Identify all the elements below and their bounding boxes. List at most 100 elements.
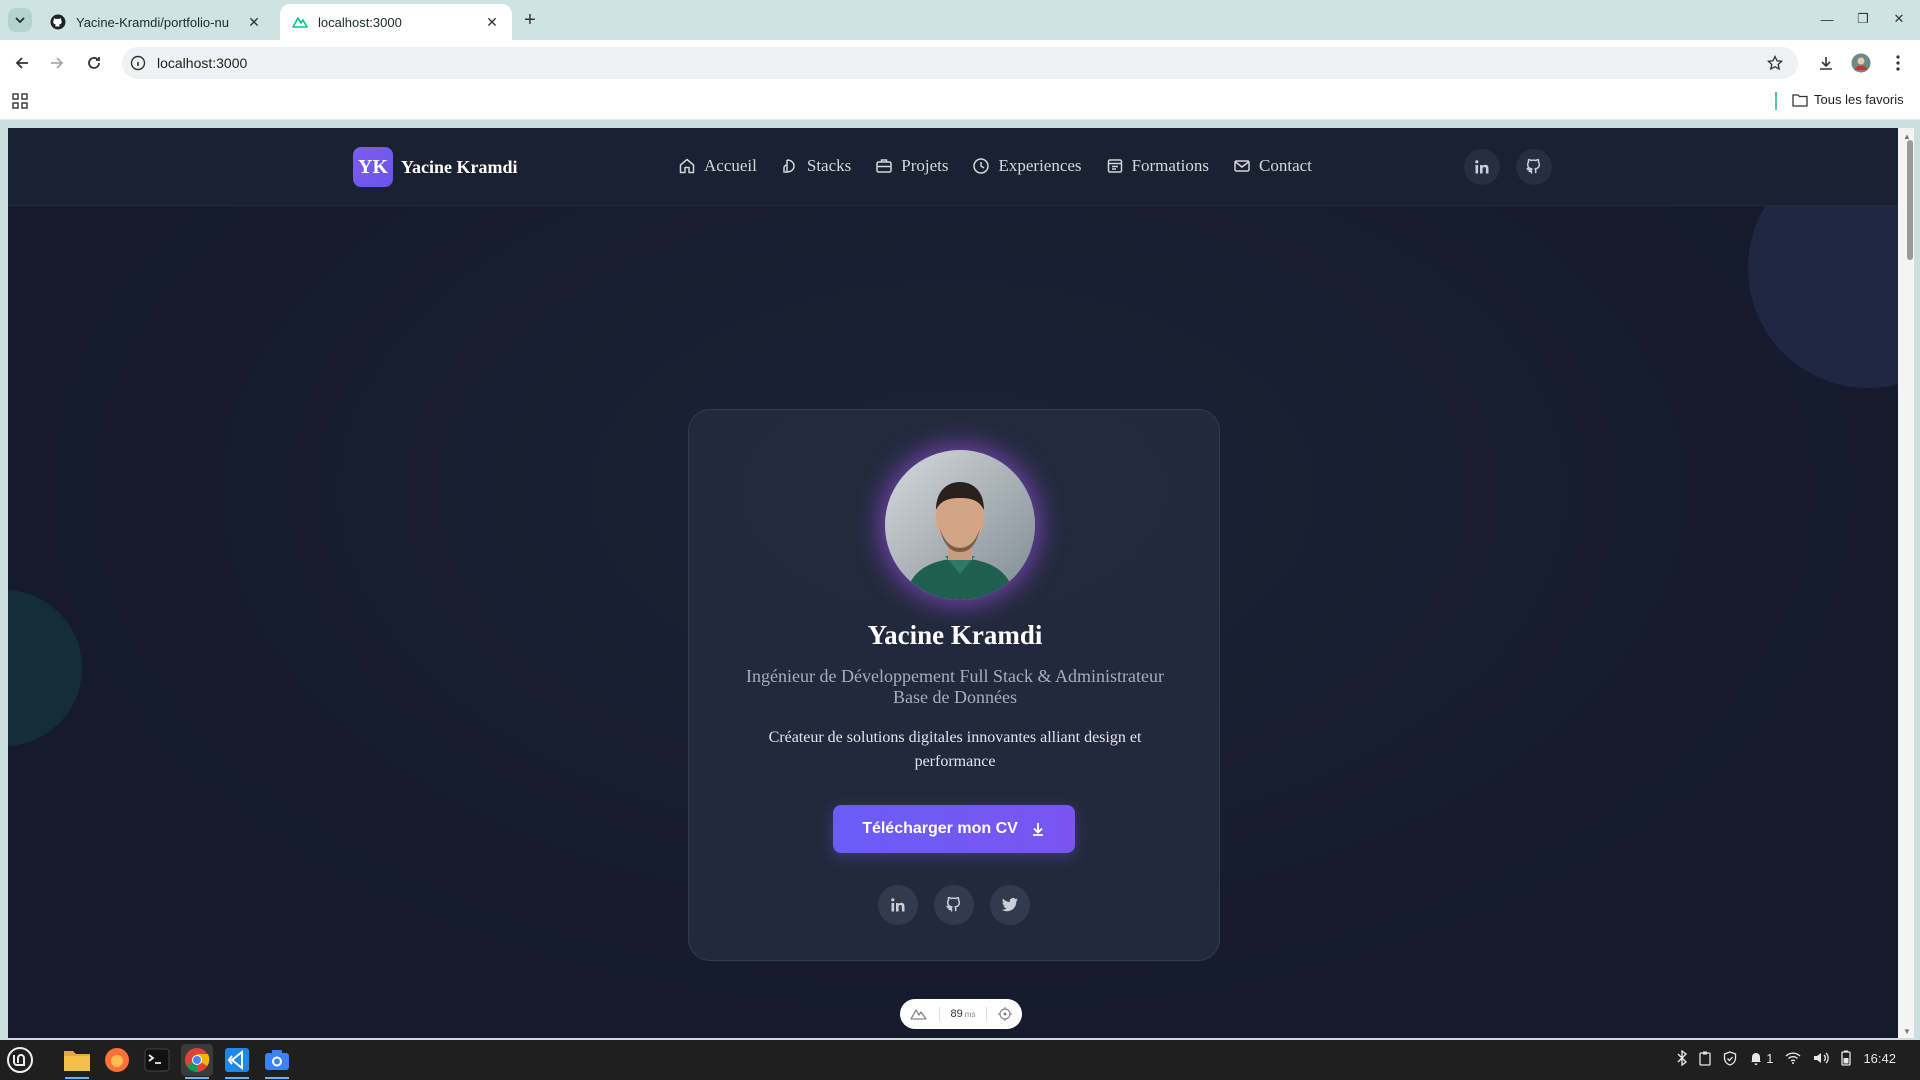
avatar — [1851, 53, 1871, 73]
tab-github[interactable]: Yacine-Kramdi/portfolio-nu ✕ — [38, 4, 274, 40]
reload-icon — [88, 57, 100, 69]
hero-linkedin-button[interactable] — [878, 885, 918, 925]
render-timing-value: 89 — [950, 1008, 963, 1020]
reload-button[interactable] — [82, 51, 106, 75]
nav-item-accueil[interactable]: Accueil — [678, 156, 757, 176]
wifi-icon[interactable] — [1785, 1052, 1801, 1064]
header-linkedin-button[interactable] — [1464, 149, 1500, 185]
window-controls: — ❐ ✕ — [1816, 8, 1910, 30]
hero-role: Ingénieur de Développement Full Stack & … — [746, 666, 1164, 707]
linkedin-icon — [891, 898, 905, 912]
nav-item-stacks[interactable]: Stacks — [781, 156, 851, 176]
new-tab-button[interactable]: + — [520, 9, 540, 31]
downloads-button[interactable] — [1814, 51, 1838, 75]
divider — [938, 1007, 940, 1021]
download-icon — [1032, 823, 1043, 836]
notifications-button[interactable]: 1 — [1749, 1050, 1774, 1066]
minimize-icon[interactable]: — — [1816, 8, 1838, 30]
site-info-icon[interactable] — [130, 55, 146, 71]
files-icon — [64, 1051, 90, 1071]
notifications-count: 1 — [1766, 1050, 1774, 1066]
apps-grid-icon[interactable] — [12, 93, 28, 109]
system-tray: 1 16:42 — [1677, 1050, 1896, 1066]
site-logo-name[interactable]: Yacine Kramdi — [401, 157, 518, 178]
battery-icon[interactable] — [1841, 1050, 1852, 1066]
address-text[interactable]: localhost:3000 — [157, 55, 247, 71]
close-window-icon[interactable]: ✕ — [1888, 8, 1910, 30]
screenshot-icon — [265, 1050, 289, 1070]
nuxt-devtools-pill[interactable]: 89 ms — [900, 999, 1022, 1029]
stack-icon — [783, 159, 795, 173]
taskbar-files[interactable] — [61, 1044, 93, 1079]
vscode-icon — [225, 1048, 249, 1072]
hero-name: Yacine Kramdi — [867, 620, 1043, 650]
back-button[interactable] — [10, 51, 34, 75]
nuxt-icon — [292, 14, 308, 30]
close-icon[interactable]: ✕ — [484, 14, 500, 30]
hero-description: Créateur de solutions digitales innovant… — [768, 729, 1142, 770]
clipboard-icon[interactable] — [1698, 1051, 1711, 1066]
render-timing: 89 ms — [951, 1008, 976, 1020]
all-bookmarks-folder[interactable]: Tous les favoris — [1792, 92, 1904, 107]
nav-item-projets[interactable]: Projets — [875, 156, 948, 176]
nuxt-icon — [910, 1009, 927, 1020]
hero-github-button[interactable] — [934, 885, 974, 925]
bookmark-star-button[interactable] — [1763, 51, 1787, 75]
hero-twitter-button[interactable] — [990, 885, 1030, 925]
scrollbar-thumb[interactable] — [1907, 140, 1913, 260]
nav-item-experiences[interactable]: Experiences — [972, 156, 1082, 176]
close-icon[interactable]: ✕ — [246, 14, 262, 30]
forward-button[interactable] — [45, 51, 69, 75]
taskbar-chrome[interactable] — [181, 1044, 213, 1079]
scroll-down-arrow-icon[interactable]: ▼ — [1902, 1026, 1912, 1036]
nav-item-formations[interactable]: Formations — [1106, 156, 1209, 176]
arrow-right-icon — [51, 57, 64, 69]
bell-icon — [1750, 1053, 1761, 1065]
restore-icon[interactable]: ❐ — [1852, 8, 1874, 30]
taskbar-terminal[interactable] — [141, 1044, 173, 1076]
profile-button[interactable] — [1849, 51, 1873, 75]
nav-label: Projets — [901, 156, 949, 175]
decorative-circle — [8, 590, 82, 746]
nav-label: Formations — [1131, 156, 1210, 175]
more-vert-icon — [1896, 55, 1900, 71]
download-cv-button[interactable]: Télécharger mon CV — [833, 805, 1075, 853]
profile-photo — [885, 450, 1035, 600]
all-bookmarks-label: Tous les favoris — [1814, 92, 1904, 107]
firefox-icon — [105, 1048, 129, 1072]
header-github-button[interactable] — [1516, 149, 1552, 185]
page-viewport: YK Yacine Kramdi Accueil Stacks Projets … — [8, 128, 1898, 1038]
chevron-down-icon — [15, 17, 25, 24]
download-cv-label: Télécharger mon CV — [862, 820, 1018, 837]
site-header: YK Yacine Kramdi Accueil Stacks Projets … — [8, 128, 1898, 206]
taskbar-vscode[interactable] — [221, 1044, 253, 1079]
briefcase-icon — [876, 159, 892, 173]
menu-button[interactable] — [1886, 51, 1910, 75]
tab-title: localhost:3000 — [318, 14, 402, 30]
clock[interactable]: 16:42 — [1863, 1051, 1896, 1066]
start-menu-button[interactable] — [4, 1044, 36, 1076]
github-icon — [1526, 158, 1541, 174]
shield-icon[interactable] — [1723, 1050, 1737, 1066]
taskbar-screenshot[interactable] — [261, 1044, 293, 1079]
volume-icon[interactable] — [1813, 1051, 1830, 1065]
tab-localhost[interactable]: localhost:3000 ✕ — [280, 4, 512, 40]
nav-label: Contact — [1259, 156, 1312, 175]
home-icon — [679, 158, 695, 174]
arrow-left-icon — [15, 57, 28, 69]
nav-item-contact[interactable]: Contact — [1233, 156, 1312, 176]
main-nav: Accueil Stacks Projets Experiences Forma… — [678, 156, 1312, 176]
linkedin-icon — [1475, 160, 1489, 174]
inspect-target-icon[interactable] — [997, 1007, 1012, 1021]
page-scrollbar[interactable] — [1898, 128, 1914, 1038]
clock-icon — [973, 158, 990, 174]
address-bar[interactable] — [122, 47, 1798, 79]
bluetooth-icon[interactable] — [1677, 1050, 1687, 1066]
tab-search-button[interactable] — [8, 8, 32, 32]
taskbar-firefox[interactable] — [101, 1044, 133, 1076]
site-logo[interactable]: YK — [353, 147, 393, 187]
scroll-up-arrow-icon[interactable]: ▲ — [1902, 131, 1912, 141]
chrome-icon — [185, 1048, 210, 1072]
download-icon — [1820, 57, 1832, 70]
github-icon — [946, 896, 961, 912]
